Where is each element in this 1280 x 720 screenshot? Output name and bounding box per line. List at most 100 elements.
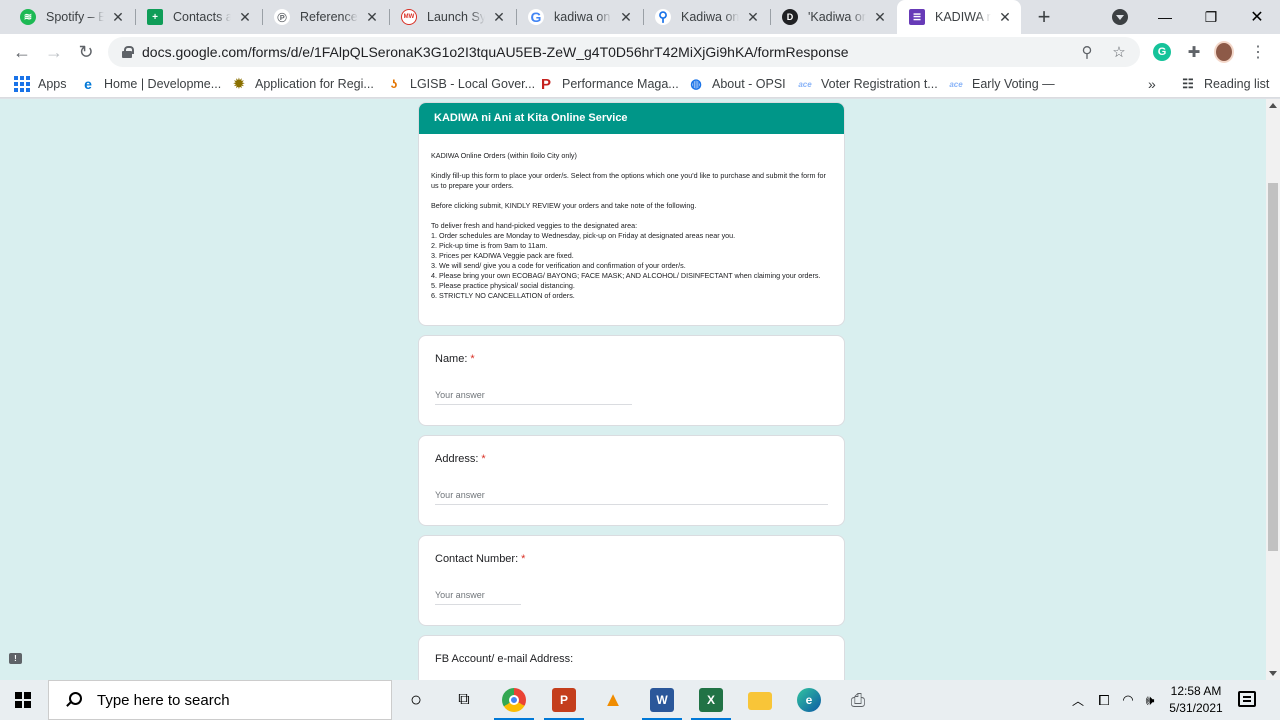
powerpoint-icon[interactable]: P xyxy=(544,688,584,720)
action-center-icon[interactable] xyxy=(1238,691,1256,707)
description-line: Kindly fill-up this form to place your o… xyxy=(431,171,826,190)
system-clock[interactable]: 12:58 AM 5/31/2021 xyxy=(1160,683,1232,717)
close-icon[interactable]: ✕ xyxy=(491,9,507,26)
task-view-icon[interactable]: ⧉ xyxy=(452,688,476,712)
bookmark-about-opsi[interactable]: ◍ About - OPSI xyxy=(688,75,786,93)
lgisb-icon: ʖ xyxy=(390,77,398,91)
tab-spotify[interactable]: ≋ Spotify – Eu ✕ xyxy=(8,0,134,34)
close-icon[interactable]: ✕ xyxy=(997,9,1013,26)
tab-title: Contacts an xyxy=(173,10,231,24)
excel-icon[interactable]: X xyxy=(691,688,731,720)
question-contact-number: Contact Number: * Your answer xyxy=(418,535,845,626)
contact-number-input[interactable]: Your answer xyxy=(435,590,521,605)
reading-list-button[interactable]: ☷ Reading list xyxy=(1180,75,1269,93)
more-bookmarks-chevron-icon[interactable]: » xyxy=(1148,75,1156,93)
new-tab-button[interactable]: + xyxy=(1032,5,1056,29)
scrollbar-thumb[interactable] xyxy=(1268,183,1278,551)
address-input[interactable]: Your answer xyxy=(435,490,828,505)
tab-kadiwa-form[interactable]: ☰ KADIWA ni ✕ xyxy=(897,0,1021,34)
bookmark-label: LGISB - Local Gover... xyxy=(410,77,536,91)
profile-avatar[interactable] xyxy=(1214,41,1234,63)
minimize-button[interactable]: — xyxy=(1142,0,1188,34)
edge-icon: e xyxy=(84,76,92,92)
bookmark-label: Early Voting — xyxy=(972,77,1055,91)
vlc-icon[interactable]: ▲ xyxy=(601,688,625,712)
name-input[interactable]: Your answer xyxy=(435,390,632,405)
wifi-icon[interactable]: ◠ xyxy=(1118,690,1138,710)
scroll-down-arrow-icon[interactable] xyxy=(1269,671,1277,676)
lock-icon[interactable] xyxy=(122,46,134,58)
chrome-icon[interactable] xyxy=(494,688,534,720)
reading-list-icon: ☷ xyxy=(1182,76,1194,91)
description-line: 5. Please practice physical/ social dist… xyxy=(431,281,575,290)
description-line: To deliver fresh and hand-picked veggies… xyxy=(431,221,638,230)
bookmark-home-development[interactable]: e Home | Developme... xyxy=(80,75,221,93)
close-icon[interactable]: ✕ xyxy=(745,9,761,26)
file-explorer-icon[interactable] xyxy=(748,692,772,710)
forward-arrow-icon[interactable]: → xyxy=(42,40,66,64)
taskbar-search-box[interactable]: Type here to search xyxy=(48,680,392,720)
edge-icon[interactable]: e xyxy=(797,688,821,712)
bookmark-voter-registration[interactable]: ace Voter Registration t... xyxy=(797,75,937,93)
bookmark-application-registration[interactable]: ✹ Application for Regi... xyxy=(231,75,374,93)
address-bar[interactable]: docs.google.com/forms/d/e/1FAlpQLSeronaK… xyxy=(108,37,1140,67)
cortana-icon[interactable]: ○ xyxy=(404,688,428,712)
tab-launch-sync[interactable]: MW Launch Sync ✕ xyxy=(389,0,515,34)
question-label: Name: * xyxy=(435,353,475,365)
description-line: 3. We will send/ give you a code for ver… xyxy=(431,261,686,270)
scroll-up-arrow-icon[interactable] xyxy=(1269,103,1277,108)
restore-button[interactable]: ❐ xyxy=(1188,0,1234,34)
reload-icon[interactable]: ↻ xyxy=(74,40,98,64)
back-arrow-icon[interactable]: ← xyxy=(10,40,34,64)
close-icon[interactable]: ✕ xyxy=(237,9,253,26)
bookmark-apps[interactable]: Apps xyxy=(14,75,67,93)
bookmark-lgisb[interactable]: ʖ LGISB - Local Gover... xyxy=(386,75,535,93)
tab-title: 'Kadiwa on xyxy=(808,10,866,24)
bookmarks-bar: Apps e Home | Developme... ✹ Application… xyxy=(0,70,1280,98)
bookmark-performance-magazine[interactable]: P Performance Maga... xyxy=(538,75,679,93)
bookmark-early-voting[interactable]: ace Early Voting — xyxy=(948,75,1055,93)
word-icon[interactable]: W xyxy=(642,688,682,720)
google-forms-icon: ☰ xyxy=(909,9,925,25)
zoom-icon[interactable]: ⚲ xyxy=(1076,43,1098,61)
ace-icon: ace xyxy=(949,79,963,89)
contacts-sheet-icon: + xyxy=(147,9,163,25)
volume-icon[interactable]: 🕪 xyxy=(1140,690,1160,710)
extensions-puzzle-icon[interactable]: ✚ xyxy=(1184,42,1204,62)
form-page: KADIWA ni Ani at Kita Online Service KAD… xyxy=(0,99,1266,680)
star-bookmark-icon[interactable]: ☆ xyxy=(1108,43,1130,61)
tab-title: kadiwa on v xyxy=(554,10,612,24)
windows-start-icon[interactable] xyxy=(15,692,31,708)
description-line: 4. Please bring your own ECOBAG/ BAYONG;… xyxy=(431,271,821,280)
close-icon[interactable]: ✕ xyxy=(872,9,888,26)
bookmark-label: About - OPSI xyxy=(712,77,786,91)
google-icon: G xyxy=(528,9,544,25)
show-hidden-icons-chevron-icon[interactable]: ︿ xyxy=(1068,690,1088,710)
tab-title: Kadiwa on V xyxy=(681,10,739,24)
tab-kadiwa-article[interactable]: D 'Kadiwa on ✕ xyxy=(770,0,896,34)
tab-contacts[interactable]: + Contacts an ✕ xyxy=(135,0,261,34)
close-icon[interactable]: ✕ xyxy=(364,9,380,26)
device-icon[interactable]: ⧠ xyxy=(1094,690,1114,710)
menu-dots-icon[interactable]: ⋮ xyxy=(1248,42,1268,62)
grammarly-icon[interactable]: G xyxy=(1153,43,1171,61)
question-label: Contact Number: * xyxy=(435,553,526,565)
tab-title: Launch Sync xyxy=(427,10,485,24)
apps-grid-icon xyxy=(14,76,30,92)
tab-google-search[interactable]: G kadiwa on v ✕ xyxy=(516,0,642,34)
report-feedback-icon[interactable]: ! xyxy=(9,653,22,664)
search-placeholder: Type here to search xyxy=(97,691,230,709)
form-description: KADIWA Online Orders (within Iloilo City… xyxy=(419,134,844,301)
clock-date: 5/31/2021 xyxy=(1169,701,1223,715)
url-text[interactable]: docs.google.com/forms/d/e/1FAlpQLSeronaK… xyxy=(142,44,1076,60)
tab-search-icon[interactable] xyxy=(1112,9,1128,25)
printer-icon[interactable]: ⎙ xyxy=(846,688,870,712)
close-icon[interactable]: ✕ xyxy=(618,9,634,26)
question-name: Name: * Your answer xyxy=(418,335,845,426)
page-scrollbar[interactable] xyxy=(1266,99,1280,680)
tab-reference[interactable]: ℗ Reference L ✕ xyxy=(262,0,388,34)
tab-maps[interactable]: ⚲ Kadiwa on V ✕ xyxy=(643,0,769,34)
close-icon[interactable]: ✕ xyxy=(110,9,126,26)
tab-title: KADIWA ni xyxy=(935,10,991,24)
close-window-button[interactable]: ✕ xyxy=(1234,0,1280,34)
